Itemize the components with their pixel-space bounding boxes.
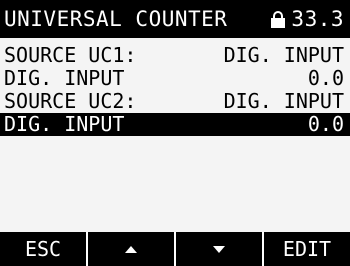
row-value: DIG. INPUT <box>223 89 344 113</box>
parameter-list: SOURCE UC1: DIG. INPUT DIG. INPUT 0.0 SO… <box>0 44 350 136</box>
softkey-bar: ESC EDIT <box>0 232 350 266</box>
title-bar: UNIVERSAL COUNTER 33.3 <box>0 0 350 38</box>
row-label: SOURCE UC1: <box>4 43 137 67</box>
device-screen: UNIVERSAL COUNTER 33.3 SOURCE UC1: DIG. … <box>0 0 350 266</box>
arrow-up-icon <box>125 245 137 253</box>
row-value: 0.0 <box>307 112 344 136</box>
list-item-dig-input-1[interactable]: DIG. INPUT 0.0 <box>0 67 350 90</box>
up-button[interactable] <box>88 232 176 266</box>
row-label: DIG. INPUT <box>4 66 125 90</box>
row-label: DIG. INPUT <box>4 112 125 136</box>
row-label: SOURCE UC2: <box>4 89 137 113</box>
edit-label: EDIT <box>282 237 332 261</box>
edit-button[interactable]: EDIT <box>264 232 350 266</box>
list-item-dig-input-2-selected[interactable]: DIG. INPUT 0.0 <box>0 113 350 136</box>
esc-label: ESC <box>24 237 62 261</box>
arrow-down-icon <box>213 245 225 253</box>
screen-title: UNIVERSAL COUNTER <box>4 7 228 31</box>
list-item-source-uc1[interactable]: SOURCE UC1: DIG. INPUT <box>0 44 350 67</box>
status-value: 33.3 <box>291 7 344 31</box>
down-button[interactable] <box>176 232 264 266</box>
title-status: 33.3 <box>270 7 344 31</box>
row-value: DIG. INPUT <box>223 43 344 67</box>
esc-button[interactable]: ESC <box>0 232 88 266</box>
row-value: 0.0 <box>307 66 344 90</box>
lock-icon <box>270 10 286 28</box>
list-item-source-uc2[interactable]: SOURCE UC2: DIG. INPUT <box>0 90 350 113</box>
